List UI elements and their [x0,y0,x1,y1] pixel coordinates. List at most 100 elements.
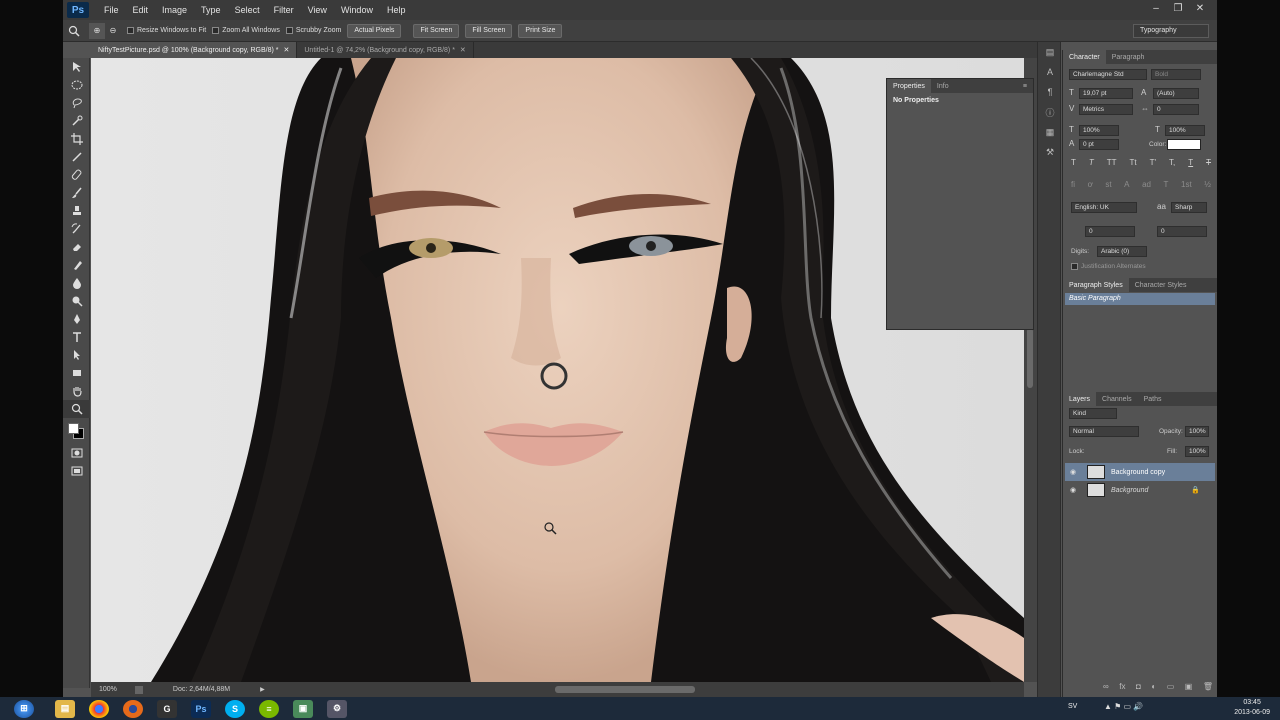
color-swatches[interactable] [63,418,90,444]
ordinals-icon[interactable]: 1st [1181,180,1192,189]
menu-file[interactable]: File [97,5,126,15]
path-selection-tool-icon[interactable] [63,346,90,364]
eyedropper-tool-icon[interactable] [63,148,90,166]
tab-layers[interactable]: Layers [1063,392,1097,406]
tool-presets-icon[interactable]: ⚒ [1038,142,1062,162]
document-canvas[interactable] [91,58,1024,682]
clone-stamp-tool-icon[interactable] [63,202,90,220]
text-color-swatch[interactable] [1167,139,1201,150]
language-select[interactable]: English: UK [1071,202,1137,213]
character-panel-icon[interactable]: A [1038,62,1062,82]
leading-field[interactable]: (Auto) [1153,88,1199,99]
spotify-icon[interactable]: ≡ [252,697,286,720]
menu-image[interactable]: Image [155,5,194,15]
pen-tool-icon[interactable] [63,310,90,328]
start-button-icon[interactable]: ⊞ [0,697,48,720]
tool-icon[interactable]: ⚙ [320,697,354,720]
history-panel-icon[interactable]: ▤ [1038,42,1062,62]
tab-character[interactable]: Character [1063,50,1106,64]
tab-paths[interactable]: Paths [1138,392,1168,406]
contextual-alternates-icon[interactable]: ad [1142,180,1151,189]
resize-windows-checkbox[interactable]: Resize Windows to Fit [127,27,206,34]
tab-info[interactable]: Info [931,79,955,93]
stylistic-icon[interactable]: T [1164,180,1169,189]
brush-tool-icon[interactable] [63,184,90,202]
close-tab-icon[interactable]: ✕ [460,46,466,54]
tab-properties[interactable]: Properties [887,79,931,93]
fractions-icon[interactable]: ½ [1204,180,1211,189]
panel-menu-icon[interactable]: ≡ [1023,83,1027,90]
info-panel-icon[interactable]: ⓘ [1038,102,1062,122]
justification-alternates-checkbox[interactable]: Justification Alternates [1071,263,1146,270]
layer-background-copy[interactable]: ◉ Background copy [1065,463,1215,481]
small-caps-icon[interactable]: Tt [1130,158,1137,167]
marquee-tool-icon[interactable] [63,76,90,94]
vertical-scale-field[interactable]: 100% [1079,125,1119,136]
healing-brush-tool-icon[interactable] [63,166,90,184]
rectangle-tool-icon[interactable] [63,364,90,382]
quick-selection-tool-icon[interactable] [63,112,90,130]
print-size-button[interactable]: Print Size [518,23,563,38]
strikethrough-icon[interactable]: T [1206,158,1211,167]
zoom-in-icon[interactable]: ⊕ [89,22,105,39]
new-group-icon[interactable]: ▭ [1167,682,1175,691]
kashida-field-b[interactable]: 0 [1157,226,1207,237]
font-family-select[interactable]: Charlemagne Std [1069,69,1147,80]
font-size-field[interactable]: 19,07 pt [1079,88,1133,99]
menu-select[interactable]: Filter [267,5,301,15]
actual-pixels-button[interactable]: Actual Pixels [347,23,402,38]
gradient-tool-icon[interactable] [63,256,90,274]
zoom-all-checkbox[interactable]: Zoom All Windows [212,27,280,34]
horizontal-scrollbar-thumb[interactable] [554,686,695,693]
fill-screen-button[interactable]: Fill Screen [465,23,513,38]
kashida-field-a[interactable]: 0 [1085,226,1135,237]
subscript-icon[interactable]: T, [1169,158,1175,167]
explorer-icon[interactable]: ▤ [48,697,82,720]
skype-icon[interactable]: S [218,697,252,720]
antialias-select[interactable]: Sharp [1171,202,1207,213]
lasso-tool-icon[interactable] [63,94,90,112]
layer-background[interactable]: ◉ Background 🔒 [1065,481,1215,499]
superscript-icon[interactable]: T' [1150,158,1156,167]
titling-icon[interactable]: A [1124,180,1129,189]
zoom-tool-icon[interactable] [63,20,85,42]
old-style-icon[interactable]: ơ [1088,180,1093,189]
tracking-field[interactable]: 0 [1153,104,1199,115]
new-layer-icon[interactable]: ▣ [1185,682,1193,691]
kerning-field[interactable]: Metrics [1079,104,1133,115]
google-icon[interactable]: G [150,697,184,720]
tab-niftytestpicture[interactable]: NiftyTestPicture.psd @ 100% (Background … [91,42,298,58]
crop-tool-icon[interactable] [63,130,90,148]
close-icon[interactable]: ✕ [1189,0,1211,16]
workspace-switcher[interactable]: Typography [1133,24,1209,38]
fill-field[interactable]: 100% [1185,446,1209,457]
basic-paragraph-style[interactable]: Basic Paragraph [1065,293,1215,305]
screen-mode-icon[interactable] [63,462,90,480]
paragraph-panel-icon[interactable]: ¶ [1038,82,1062,102]
menu-filter[interactable]: View [301,5,334,15]
add-mask-icon[interactable]: ◘ [1136,682,1141,691]
zoom-out-icon[interactable]: ⊖ [105,23,121,39]
vertical-scrollbar-thumb[interactable] [1027,328,1033,388]
layer-filter-select[interactable]: Kind [1069,408,1117,419]
swash-icon[interactable]: st [1105,180,1111,189]
status-arrow-icon[interactable]: ▶ [260,686,265,693]
layer-name[interactable]: Background [1111,487,1148,494]
restore-icon[interactable]: ❐ [1167,0,1189,16]
scrubby-zoom-checkbox[interactable]: Scrubby Zoom [285,27,341,34]
type-tool-icon[interactable] [63,328,90,346]
menu-edit[interactable]: Edit [126,5,156,15]
menu-view[interactable]: Window [334,5,380,15]
zoom-level[interactable]: 100% [99,686,117,693]
tab-character-styles[interactable]: Character Styles [1129,278,1193,292]
system-clock[interactable]: 03:45 2013-06-09 [1234,698,1270,718]
underline-icon[interactable]: T [1188,158,1193,167]
all-caps-icon[interactable]: TT [1107,158,1117,167]
menu-window[interactable]: Help [380,5,413,15]
close-tab-icon[interactable]: ✕ [284,46,290,54]
delete-layer-icon[interactable]: 🗑 [1203,682,1213,691]
baseline-shift-field[interactable]: 0 pt [1079,139,1119,150]
tray-icons[interactable]: ▲ ⚑ ▭ 🔊 [1104,702,1143,711]
hand-tool-icon[interactable] [63,382,90,400]
link-layers-icon[interactable]: ∞ [1103,682,1109,691]
